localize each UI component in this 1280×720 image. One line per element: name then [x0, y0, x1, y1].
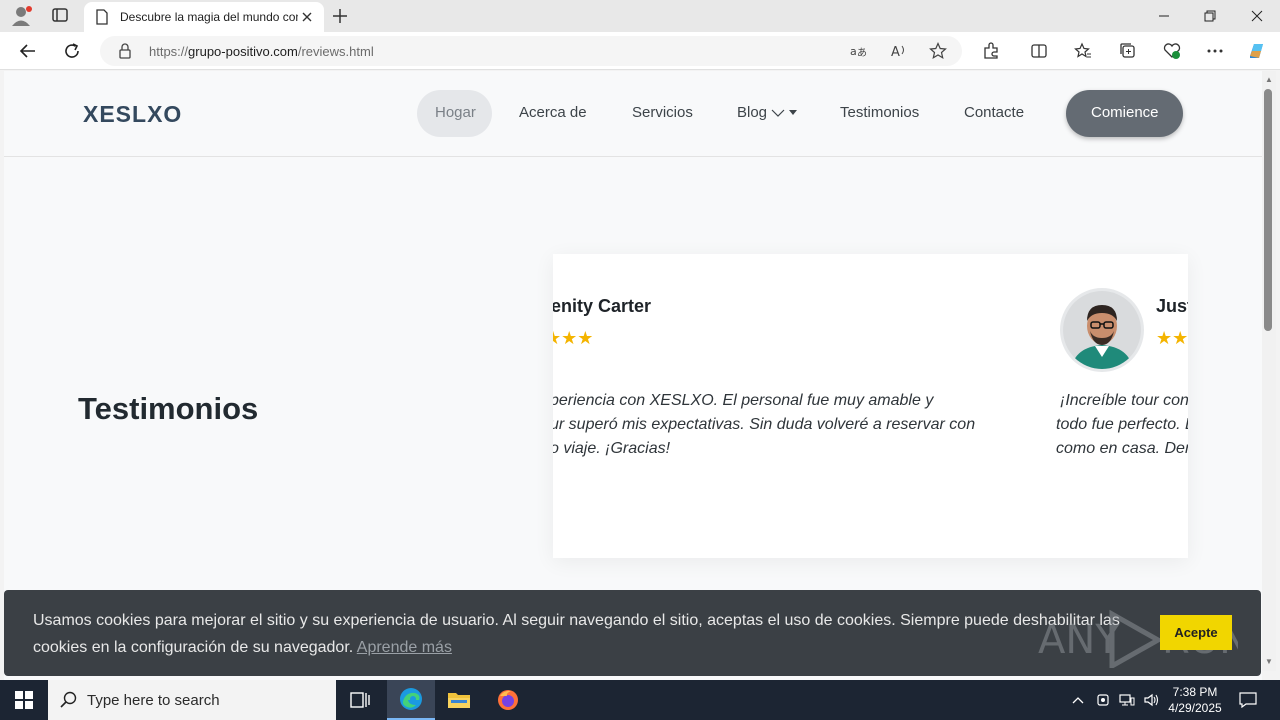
profile-icon[interactable] — [10, 6, 32, 26]
svg-text:A: A — [891, 45, 900, 60]
collections-icon[interactable] — [1116, 39, 1140, 63]
quote-line: ¡Increíble tour con — [1060, 392, 1188, 409]
refresh-icon[interactable] — [60, 39, 84, 63]
testimonial-carousel[interactable]: enity Carter ★★★ periencia con XESLXO. E… — [553, 254, 1188, 558]
more-options-icon[interactable] — [1203, 39, 1227, 63]
nav-testimonials[interactable]: Testimonios — [840, 104, 919, 121]
cookie-banner: Usamos cookies para mejorar el sitio y s… — [4, 590, 1261, 676]
get-started-label: Comience — [1091, 104, 1159, 121]
cookie-message: Usamos cookies para mejorar el sitio y s… — [33, 607, 1133, 661]
windows-taskbar: Type here to search 7:38 PM 4/29/2025 — [0, 680, 1280, 720]
quote-line: ur superó mis expectativas. Sin duda vol… — [553, 416, 976, 433]
cookie-text: Usamos cookies para mejorar el sitio y s… — [33, 612, 1120, 656]
nav-blog[interactable]: Blog — [737, 104, 798, 121]
address-bar[interactable]: https://grupo-positivo.com/reviews.html … — [100, 36, 962, 66]
split-screen-icon[interactable] — [1027, 39, 1051, 63]
taskbar-clock[interactable]: 7:38 PM 4/29/2025 — [1160, 684, 1230, 716]
testimonial-item: Just ★★ ¡Increíble tour con todo fue per… — [1056, 254, 1188, 558]
svg-text:あ: あ — [857, 47, 867, 59]
svg-text:ANY: ANY — [1038, 617, 1120, 663]
quote-line: todo fue perfecto. L — [1056, 416, 1188, 433]
network-icon[interactable] — [1116, 680, 1138, 720]
star-rating: ★★ — [1156, 328, 1188, 348]
file-explorer-icon[interactable] — [435, 680, 483, 720]
page-scrollbar[interactable]: ▲ ▼ — [1262, 71, 1276, 671]
quote-line: o viaje. ¡Gracias! — [553, 440, 671, 457]
caret-down-icon — [789, 110, 798, 116]
site-logo[interactable]: XESLXO — [83, 101, 182, 128]
testimonial-quote: ¡Increíble tour con todo fue perfecto. L… — [1056, 389, 1188, 461]
url-text[interactable]: https://grupo-positivo.com/reviews.html — [149, 44, 374, 59]
testimonial-item: enity Carter ★★★ periencia con XESLXO. E… — [553, 254, 1023, 558]
back-icon[interactable] — [16, 39, 40, 63]
volume-icon[interactable] — [1140, 680, 1162, 720]
taskbar-search-box[interactable]: Type here to search — [48, 680, 336, 720]
nav-blog-label: Blog — [737, 104, 768, 121]
nav-services[interactable]: Servicios — [632, 104, 693, 121]
chevron-down-icon — [771, 109, 785, 117]
browser-tab-active[interactable]: Descubre la magia del mundo con — [84, 2, 324, 32]
quote-line: periencia con XESLXO. El personal fue mu… — [553, 392, 934, 409]
scrollbar-thumb[interactable] — [1264, 89, 1272, 331]
search-icon — [60, 691, 78, 714]
translate-icon[interactable]: aあ — [846, 39, 870, 63]
testimonial-name: Just — [1156, 296, 1188, 316]
testimonial-quote: periencia con XESLXO. El personal fue mu… — [553, 389, 975, 461]
minimize-icon[interactable] — [1141, 0, 1187, 32]
accept-cookies-button[interactable]: Acepte — [1160, 615, 1232, 650]
tab-title: Descubre la magia del mundo con — [120, 10, 298, 24]
page-icon — [95, 9, 109, 30]
search-placeholder: Type here to search — [87, 692, 220, 709]
section-title: Testimonios — [78, 391, 259, 426]
lock-icon[interactable] — [118, 43, 132, 64]
scroll-down-icon[interactable]: ▼ — [1264, 657, 1274, 667]
nav-contact[interactable]: Contacte — [964, 104, 1024, 121]
clock-time: 7:38 PM — [1172, 685, 1218, 699]
security-tray-icon[interactable] — [1093, 680, 1113, 720]
nav-home-label: Hogar — [435, 104, 476, 121]
edge-taskbar-icon[interactable] — [387, 680, 435, 720]
quote-line: como en casa. Der — [1056, 440, 1188, 457]
testimonial-name: enity Carter — [553, 296, 652, 316]
firefox-icon[interactable] — [484, 680, 532, 720]
nav-home[interactable]: Hogar — [417, 90, 492, 137]
nav-about[interactable]: Acerca de — [519, 104, 587, 121]
close-window-icon[interactable] — [1234, 0, 1280, 32]
site-header: XESLXO Hogar Acerca de Servicios Blog Te… — [4, 71, 1262, 157]
windows-start-icon[interactable] — [0, 680, 48, 720]
favorite-star-icon[interactable] — [926, 39, 950, 63]
close-tab-icon[interactable] — [299, 9, 315, 25]
svg-text:a: a — [850, 45, 857, 58]
learn-more-link[interactable]: Aprende más — [357, 639, 452, 656]
tab-actions-icon[interactable] — [51, 6, 69, 24]
avatar — [1060, 288, 1144, 372]
restore-icon[interactable] — [1187, 0, 1233, 32]
get-started-button[interactable]: Comience — [1066, 90, 1183, 137]
scroll-up-icon[interactable]: ▲ — [1264, 75, 1274, 85]
notifications-icon[interactable] — [1234, 680, 1262, 720]
page-viewport: XESLXO Hogar Acerca de Servicios Blog Te… — [4, 71, 1262, 680]
browser-essentials-icon[interactable] — [1160, 39, 1184, 63]
task-view-icon[interactable] — [336, 680, 384, 720]
read-aloud-icon[interactable]: A — [886, 39, 910, 63]
copilot-icon[interactable] — [1245, 39, 1269, 63]
new-tab-icon[interactable] — [330, 6, 350, 26]
clock-date: 4/29/2025 — [1168, 701, 1222, 715]
show-hidden-icons-icon[interactable] — [1068, 680, 1088, 720]
browser-titlebar: Descubre la magia del mundo con — [0, 0, 1280, 32]
browser-toolbar: https://grupo-positivo.com/reviews.html … — [0, 32, 1280, 70]
extensions-icon[interactable] — [979, 39, 1003, 63]
favorites-icon[interactable] — [1071, 39, 1095, 63]
star-rating: ★★★ — [553, 328, 594, 348]
